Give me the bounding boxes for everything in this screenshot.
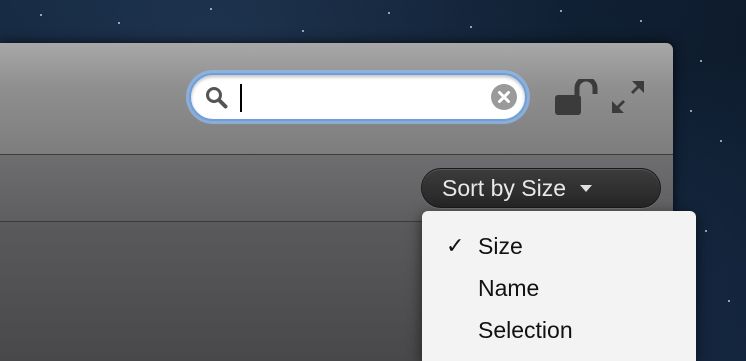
star bbox=[700, 60, 702, 62]
menu-item-name[interactable]: Name bbox=[422, 267, 696, 309]
sort-by-button[interactable]: Sort by Size bbox=[421, 168, 661, 208]
star bbox=[720, 140, 722, 142]
window-toolbar bbox=[0, 43, 673, 155]
checkmark-icon: ✓ bbox=[446, 233, 465, 258]
fullscreen-arrows-icon[interactable] bbox=[608, 77, 648, 117]
star bbox=[690, 110, 692, 112]
sort-button-label: Sort by Size bbox=[442, 174, 566, 201]
star bbox=[40, 14, 42, 16]
menu-item-selection[interactable]: Selection bbox=[422, 309, 696, 351]
search-field[interactable] bbox=[189, 73, 527, 121]
text-caret bbox=[240, 84, 242, 112]
star bbox=[560, 10, 562, 12]
star bbox=[118, 22, 120, 24]
search-icon bbox=[206, 87, 228, 109]
clear-search-button[interactable] bbox=[491, 84, 517, 110]
star bbox=[640, 20, 642, 22]
chevron-down-icon bbox=[580, 184, 592, 192]
search-input[interactable] bbox=[239, 81, 471, 113]
star bbox=[705, 230, 707, 232]
clear-icon bbox=[498, 91, 510, 103]
unlocked-padlock-icon[interactable] bbox=[553, 79, 599, 117]
sort-dropdown-menu: ✓ Size Name Selection bbox=[422, 211, 696, 361]
menu-item-size[interactable]: ✓ Size bbox=[422, 225, 696, 267]
menu-item-label: Name bbox=[478, 274, 540, 301]
star bbox=[728, 300, 730, 302]
menu-item-label: Selection bbox=[478, 316, 573, 343]
star bbox=[388, 12, 390, 14]
star bbox=[302, 30, 304, 32]
star bbox=[210, 8, 212, 10]
star bbox=[470, 26, 472, 28]
menu-item-label: Size bbox=[478, 232, 523, 259]
